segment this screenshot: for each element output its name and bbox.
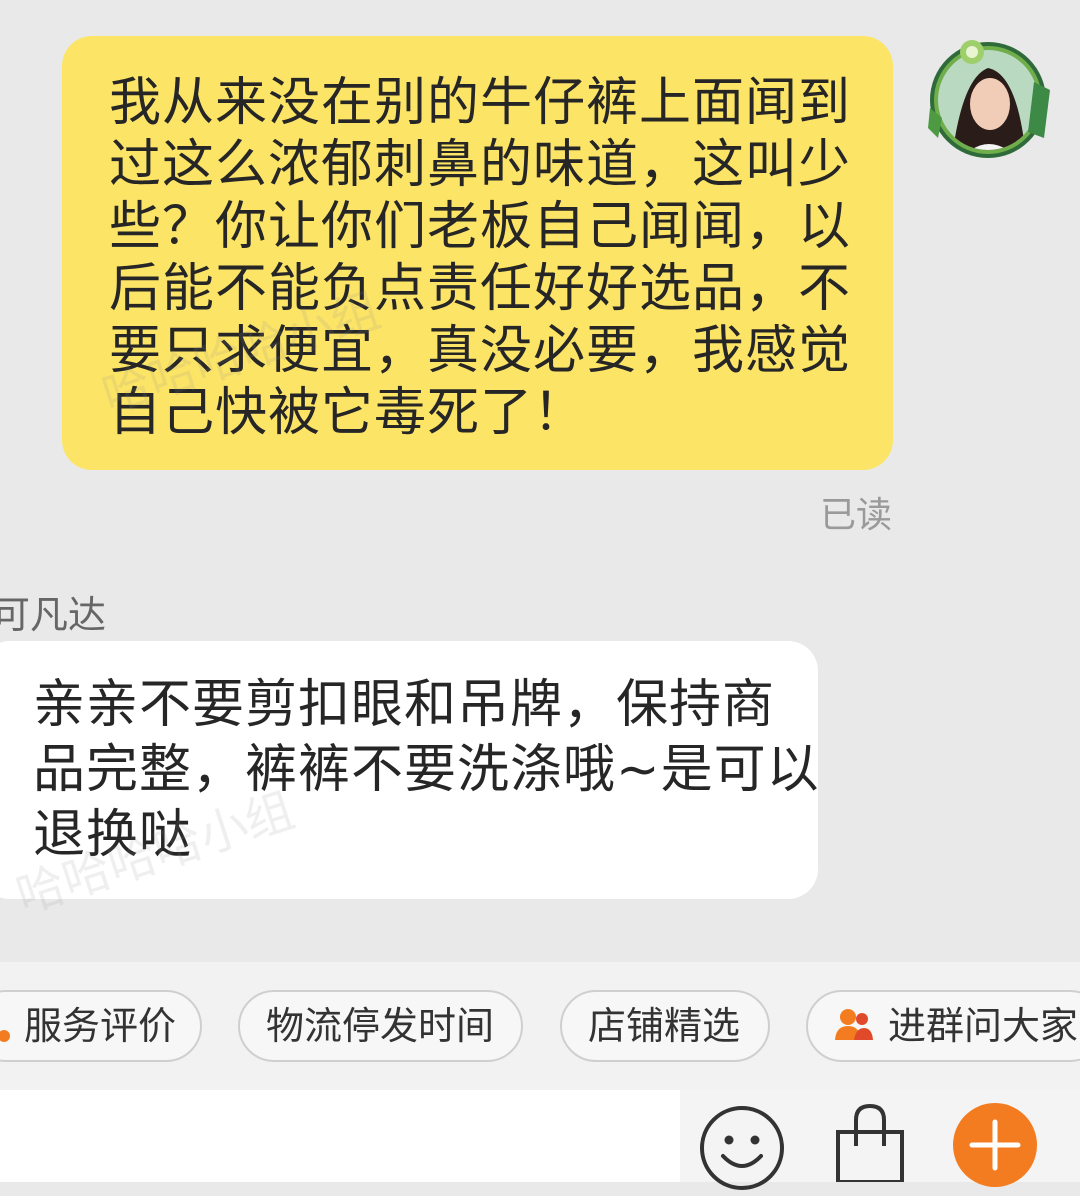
dot-icon xyxy=(0,995,10,1063)
emoji-button[interactable] xyxy=(698,1104,786,1196)
received-message-line: 品完整，裤裤不要洗涤哦~是可以 xyxy=(33,740,818,800)
sent-message-line: 自己快被它毒死了！ xyxy=(109,383,587,443)
quick-reply-logistics-time[interactable]: 物流停发时间 xyxy=(238,990,523,1062)
received-message-line: 退换哒 xyxy=(33,805,193,865)
sent-message-line: 些？你让你们老板自己闻闻，以 xyxy=(109,197,852,257)
group-icon xyxy=(834,995,874,1063)
sent-message-line: 过这么浓郁刺鼻的味道，这叫少 xyxy=(109,135,852,195)
shopping-bag-button[interactable] xyxy=(830,1102,910,1186)
received-message-line: 亲亲不要剪扣眼和吊牌，保持商 xyxy=(33,675,776,735)
shopping-bag-icon xyxy=(836,1103,904,1184)
chip-label: 服务评价 xyxy=(24,1004,177,1048)
quick-reply-service-review[interactable]: 服务评价 xyxy=(0,990,202,1062)
plus-button[interactable] xyxy=(952,1102,1038,1192)
chip-label: 店铺精选 xyxy=(588,1004,741,1048)
chip-label: 进群问大家 xyxy=(888,1004,1079,1048)
quick-reply-join-group[interactable]: 进群问大家 xyxy=(806,990,1080,1062)
sent-message-line: 我从来没在别的牛仔裤上面闻到 xyxy=(109,73,852,133)
user-avatar[interactable] xyxy=(922,38,1058,158)
quick-reply-bar: 服务评价 物流停发时间 店铺精选 进群问大家 xyxy=(0,962,1080,1090)
read-status: 已读 xyxy=(820,495,893,536)
sent-message-line: 后能不能负点责任好好选品，不 xyxy=(109,259,852,319)
plus-icon xyxy=(953,1103,1037,1187)
avatar-image xyxy=(928,40,1050,158)
input-bar xyxy=(0,1090,1080,1190)
chip-label: 物流停发时间 xyxy=(266,1004,495,1048)
sent-message-line: 要只求便宜，真没必要，我感觉 xyxy=(109,321,852,381)
sent-message-bubble[interactable]: 我从来没在别的牛仔裤上面闻到 过这么浓郁刺鼻的味道，这叫少 些？你让你们老板自己… xyxy=(62,36,893,470)
sender-name: 可凡达 xyxy=(0,593,107,637)
quick-reply-store-picks[interactable]: 店铺精选 xyxy=(560,990,770,1062)
message-input[interactable] xyxy=(0,1090,680,1182)
emoji-icon xyxy=(700,1106,784,1190)
received-message-bubble[interactable]: 亲亲不要剪扣眼和吊牌，保持商 品完整，裤裤不要洗涤哦~是可以 退换哒 xyxy=(0,641,818,899)
chat-area: 我从来没在别的牛仔裤上面闻到 过这么浓郁刺鼻的味道，这叫少 些？你让你们老板自己… xyxy=(0,0,1080,962)
